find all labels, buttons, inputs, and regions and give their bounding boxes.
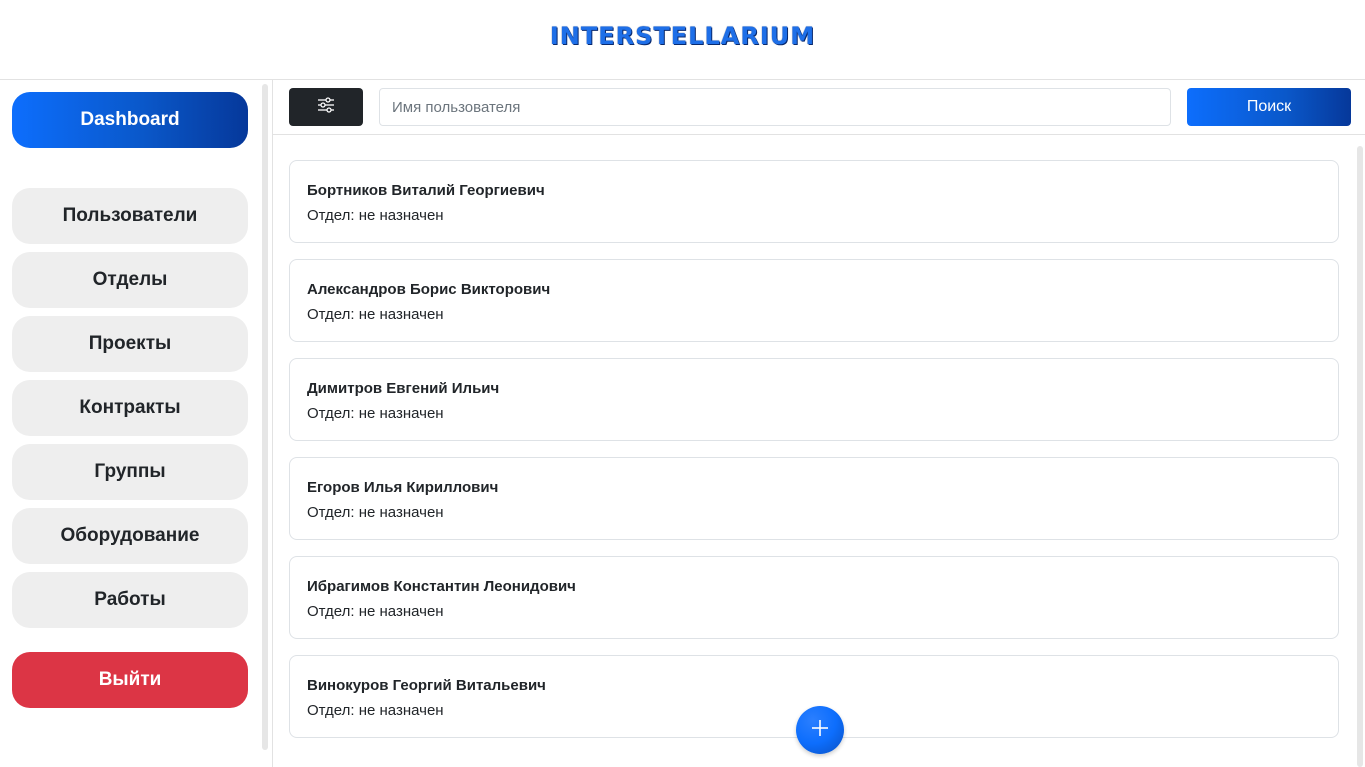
search-button[interactable]: Поиск (1187, 88, 1351, 126)
user-name: Димитров Евгений Ильич (307, 380, 500, 397)
user-department: Отдел: не назначен (307, 405, 444, 422)
user-department: Отдел: не назначен (307, 207, 444, 224)
user-department: Отдел: не назначен (307, 504, 444, 521)
user-card[interactable]: Димитров Евгений Ильич Отдел: не назначе… (289, 358, 1339, 441)
sliders-icon (317, 96, 335, 118)
user-department: Отдел: не назначен (307, 306, 444, 323)
sidebar-item-equipment[interactable]: Оборудование (12, 508, 248, 564)
user-card[interactable]: Ибрагимов Константин Леонидович Отдел: н… (289, 556, 1339, 639)
user-name: Александров Борис Викторович (307, 281, 551, 298)
user-department: Отдел: не назначен (307, 603, 444, 620)
logout-button[interactable]: Выйти (12, 652, 248, 708)
user-card[interactable]: Александров Борис Викторович Отдел: не н… (289, 259, 1339, 342)
user-name: Ибрагимов Константин Леонидович (307, 578, 576, 595)
search-input[interactable] (379, 88, 1171, 126)
main-scrollbar[interactable] (1357, 146, 1363, 767)
app-logo[interactable]: INTERSTELLARIUM (0, 22, 1365, 50)
app-header: INTERSTELLARIUM (0, 0, 1365, 80)
user-name: Бортников Виталий Георгиевич (307, 182, 545, 199)
add-user-button[interactable] (796, 706, 844, 754)
sidebar-item-departments[interactable]: Отделы (12, 252, 248, 308)
user-card[interactable]: Егоров Илья Кириллович Отдел: не назначе… (289, 457, 1339, 540)
user-department: Отдел: не назначен (307, 702, 444, 719)
sidebar-item-contracts[interactable]: Контракты (12, 380, 248, 436)
sidebar-item-projects[interactable]: Проекты (12, 316, 248, 372)
plus-icon (811, 719, 829, 742)
user-name: Егоров Илья Кириллович (307, 479, 499, 496)
sidebar-scrollbar[interactable] (262, 84, 268, 750)
dashboard-button[interactable]: Dashboard (12, 92, 248, 148)
user-name: Винокуров Георгий Витальевич (307, 677, 546, 694)
filter-button[interactable] (289, 88, 363, 126)
sidebar-item-groups[interactable]: Группы (12, 444, 248, 500)
sidebar-item-users[interactable]: Пользователи (12, 188, 248, 244)
sidebar-item-works[interactable]: Работы (12, 572, 248, 628)
user-card[interactable]: Бортников Виталий Георгиевич Отдел: не н… (289, 160, 1339, 243)
